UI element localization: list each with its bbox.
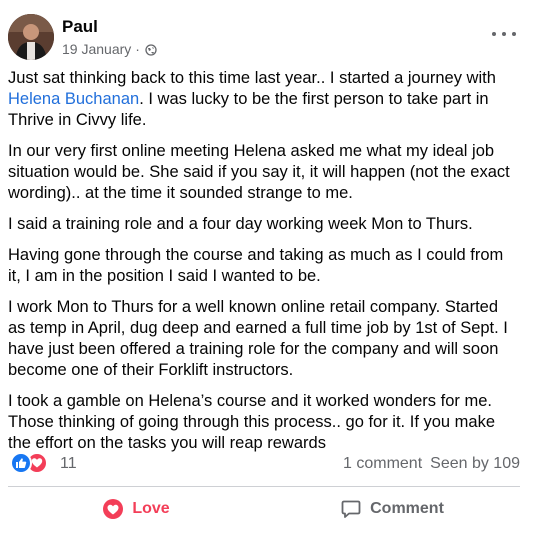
post-paragraph: I took a gamble on Helena’s course and i… [8, 392, 496, 452]
post-header: Paul 19 January · [8, 14, 520, 60]
post-stats: 11 1 comment Seen by 109 [8, 450, 520, 478]
engagement-stats: 1 comment Seen by 109 [343, 455, 520, 473]
post-paragraph: In our very first online meeting Helena … [8, 142, 510, 202]
divider [8, 486, 520, 487]
post-text: Just sat thinking back to this time last… [8, 69, 496, 87]
post-paragraph: Just sat thinking back to this time last… [8, 68, 520, 131]
mention-link[interactable]: Helena Buchanan [8, 90, 139, 108]
globe-icon [145, 43, 157, 56]
seen-by-count[interactable]: Seen by 109 [430, 455, 520, 473]
post-date[interactable]: 19 January [62, 41, 131, 57]
comment-label: Comment [370, 500, 444, 517]
post-meta: 19 January · [62, 41, 157, 57]
more-options-icon[interactable] [492, 24, 516, 44]
like-reaction-icon [10, 452, 32, 474]
avatar[interactable] [8, 14, 54, 60]
post-body: Just sat thinking back to this time last… [8, 68, 520, 464]
author-name[interactable]: Paul [62, 17, 98, 37]
heart-icon [103, 499, 124, 519]
love-label: Love [132, 500, 170, 517]
comment-icon [341, 500, 361, 518]
love-button[interactable]: Love [8, 490, 264, 528]
post-paragraph: I said a training role and a four day wo… [8, 215, 473, 233]
post-paragraph: Having gone through the course and takin… [8, 246, 504, 285]
comment-button[interactable]: Comment [264, 490, 520, 528]
post-paragraph: I work Mon to Thurs for a well known onl… [8, 298, 508, 379]
meta-separator: · [135, 41, 140, 57]
reaction-count[interactable]: 11 [60, 455, 77, 473]
reaction-icons[interactable] [10, 452, 48, 474]
action-bar: Love Comment [8, 490, 520, 528]
comment-count[interactable]: 1 comment [343, 455, 422, 473]
